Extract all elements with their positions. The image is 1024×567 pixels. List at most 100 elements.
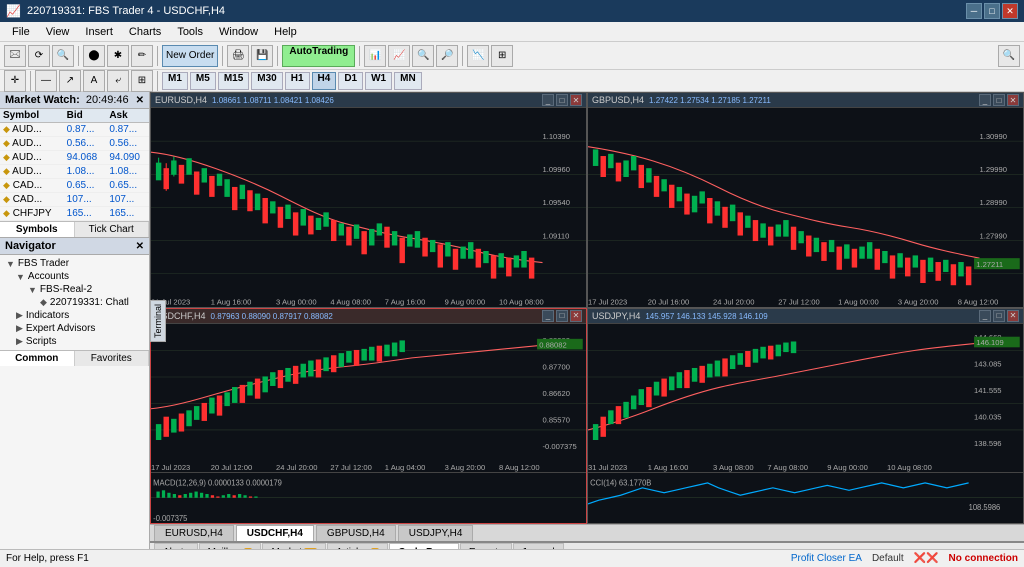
toolbar-btn-4[interactable]: ⬤ <box>83 45 105 67</box>
mw-row[interactable]: ◆ AUD... 0.87... 0.87... <box>0 123 149 137</box>
chart-gbpusd-minimize[interactable]: _ <box>979 94 991 106</box>
navigator-header: Navigator ✕ <box>0 238 149 255</box>
chart-eurusd-maximize[interactable]: □ <box>556 94 568 106</box>
minimize-button[interactable]: ─ <box>966 3 982 19</box>
mw-symbol: ◆ AUD... <box>0 123 64 137</box>
chart-eurusd-close[interactable]: ✕ <box>570 94 582 106</box>
mw-row[interactable]: ◆ CAD... 107... 107... <box>0 193 149 207</box>
menu-help[interactable]: Help <box>266 24 305 40</box>
toolbar-btn-1[interactable]: 🖂 <box>4 45 26 67</box>
line-tool[interactable]: — <box>35 70 57 92</box>
chart-tab-usdchf[interactable]: USDCHF,H4 <box>236 525 314 541</box>
bottom-tab-mailbox[interactable]: Mailbox7 <box>199 543 262 549</box>
toolbar-templates[interactable]: ⊞ <box>491 45 513 67</box>
bottom-tab-codebase[interactable]: Code Base <box>389 543 459 549</box>
chart-usdjpy-body: 144.660 143.085 141.555 140.035 138.596 <box>588 324 1023 523</box>
text-tool[interactable]: A <box>83 70 105 92</box>
toolbar-zoom-in[interactable]: 🔍 <box>412 45 434 67</box>
nav-tree-item[interactable]: ▶Scripts <box>2 335 147 348</box>
chart-eurusd-controls: _ □ ✕ <box>542 94 582 106</box>
mw-tab-tickchart[interactable]: Tick Chart <box>75 222 150 237</box>
chart-usdchf-minimize[interactable]: _ <box>542 310 554 322</box>
period-m1[interactable]: M1 <box>162 72 188 90</box>
svg-text:7 Aug 16:00: 7 Aug 16:00 <box>385 297 426 306</box>
period-mn[interactable]: MN <box>394 72 422 90</box>
period-tool[interactable]: ⊞ <box>131 70 153 92</box>
toolbar-chart2[interactable]: 📈 <box>388 45 410 67</box>
bottom-tab-market[interactable]: Market93 <box>262 543 325 549</box>
toolbar-chart1[interactable]: 📊 <box>364 45 386 67</box>
market-watch-rows: ◆ AUD... 0.87... 0.87... ◆ AUD... 0.56..… <box>0 123 149 221</box>
mw-row[interactable]: ◆ AUD... 0.56... 0.56... <box>0 137 149 151</box>
toolbar-search[interactable]: 🔍 <box>998 45 1020 67</box>
nav-tree-item[interactable]: ▼FBS-Real-2 <box>2 283 147 296</box>
nav-tab-common[interactable]: Common <box>0 351 75 366</box>
crosshair-tool[interactable]: ✛ <box>4 70 26 92</box>
nav-tab-favorites[interactable]: Favorites <box>75 351 150 366</box>
toolbar-indicators[interactable]: 📉 <box>467 45 489 67</box>
toolbar-print[interactable]: 🖨 <box>227 45 249 67</box>
period-h4[interactable]: H4 <box>312 72 337 90</box>
terminal-side-tab[interactable]: Terminal <box>150 299 166 341</box>
toolbar-save[interactable]: 💾 <box>251 45 273 67</box>
toolbar-btn-6[interactable]: ✏ <box>131 45 153 67</box>
nav-tree-item[interactable]: ▼FBS Trader <box>2 257 147 270</box>
toolbar-zoom-out[interactable]: 🔎 <box>436 45 458 67</box>
menu-window[interactable]: Window <box>211 24 266 40</box>
chart-gbpusd-maximize[interactable]: □ <box>993 94 1005 106</box>
bottom-tab-articles[interactable]: Articles5 <box>327 543 388 549</box>
mw-row[interactable]: ◆ CAD... 0.65... 0.65... <box>0 179 149 193</box>
menu-charts[interactable]: Charts <box>121 24 169 40</box>
period-m5[interactable]: M5 <box>190 72 216 90</box>
svg-text:9 Aug 00:00: 9 Aug 00:00 <box>445 297 486 306</box>
nav-tree-item[interactable]: ▶Indicators <box>2 309 147 322</box>
period-m30[interactable]: M30 <box>251 72 282 90</box>
mw-row[interactable]: ◆ CHFJPY 165... 165... <box>0 207 149 221</box>
navigator-close[interactable]: ✕ <box>136 241 144 252</box>
maximize-button[interactable]: □ <box>984 3 1000 19</box>
nav-tree-item[interactable]: ▶Expert Advisors <box>2 322 147 335</box>
chart-gbpusd-close[interactable]: ✕ <box>1007 94 1019 106</box>
toolbar-btn-3[interactable]: 🔍 <box>52 45 74 67</box>
period-m15[interactable]: M15 <box>218 72 249 90</box>
mw-col-ask: Ask <box>106 109 149 123</box>
bottom-tab-alerts[interactable]: Alerts <box>154 543 198 549</box>
bottom-tab-experts[interactable]: Experts <box>460 543 512 549</box>
toolbar-btn-2[interactable]: ⟳ <box>28 45 50 67</box>
chart-usdjpy-minimize[interactable]: _ <box>979 310 991 322</box>
chart-tab-eurusd[interactable]: EURUSD,H4 <box>154 525 234 541</box>
tree-icon: ▼ <box>28 285 37 295</box>
mw-tab-symbols[interactable]: Symbols <box>0 222 75 237</box>
arrow-tool[interactable]: ⤶ <box>107 70 129 92</box>
svg-text:3 Aug 20:00: 3 Aug 20:00 <box>445 463 486 472</box>
chart-usdjpy-maximize[interactable]: □ <box>993 310 1005 322</box>
chart-usdjpy-close[interactable]: ✕ <box>1007 310 1019 322</box>
market-watch-close[interactable]: ✕ <box>136 95 144 106</box>
menu-insert[interactable]: Insert <box>77 24 121 40</box>
menu-tools[interactable]: Tools <box>169 24 211 40</box>
chart-usdchf-titlebar: USDCHF,H4 0.87963 0.88090 0.87917 0.8808… <box>151 309 586 324</box>
new-order-button[interactable]: New Order <box>162 45 218 67</box>
chart-tab-usdjpy[interactable]: USDJPY,H4 <box>398 525 474 541</box>
toolbar-btn-5[interactable]: ✱ <box>107 45 129 67</box>
menu-view[interactable]: View <box>38 24 78 40</box>
period-w1[interactable]: W1 <box>365 72 392 90</box>
period-h1[interactable]: H1 <box>285 72 310 90</box>
period-d1[interactable]: D1 <box>338 72 363 90</box>
bottom-tab-journal[interactable]: Journal <box>513 543 564 549</box>
ray-tool[interactable]: ↗ <box>59 70 81 92</box>
mw-row[interactable]: ◆ AUD... 1.08... 1.08... <box>0 165 149 179</box>
close-button[interactable]: ✕ <box>1002 3 1018 19</box>
chart-usdchf-maximize[interactable]: □ <box>556 310 568 322</box>
tree-icon: ◆ <box>40 297 47 308</box>
nav-tree-item[interactable]: ◆220719331: Chatl <box>2 296 147 309</box>
mw-row[interactable]: ◆ AUD... 94.068 94.090 <box>0 151 149 165</box>
svg-text:1.27990: 1.27990 <box>980 231 1007 240</box>
chart-tab-gbpusd[interactable]: GBPUSD,H4 <box>316 525 396 541</box>
autotrading-button[interactable]: AutoTrading <box>282 45 355 67</box>
menu-file[interactable]: File <box>4 24 38 40</box>
bottom-tabs-bar: Alerts Mailbox7 Market93 Articles5 Code … <box>150 543 1024 550</box>
chart-usdchf-close[interactable]: ✕ <box>570 310 582 322</box>
chart-eurusd-minimize[interactable]: _ <box>542 94 554 106</box>
nav-tree-item[interactable]: ▼Accounts <box>2 270 147 283</box>
